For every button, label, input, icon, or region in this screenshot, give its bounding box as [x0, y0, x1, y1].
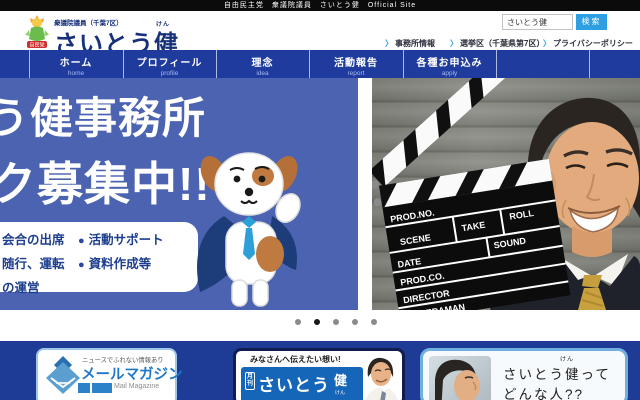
monthly-card-photo	[360, 355, 400, 400]
bullet-icon: ●	[78, 235, 85, 247]
mail-logo-bar	[78, 383, 90, 393]
monthly-title-box: 月刊 さいとう 健 けん	[241, 367, 363, 400]
mail-logo-bar	[92, 383, 112, 393]
duty-item: の運営	[2, 277, 40, 296]
link-office-info[interactable]: 〉事務所情報	[385, 38, 435, 49]
duty-item: 随行、運転	[2, 253, 65, 272]
nav-divider	[589, 50, 590, 78]
chevron-right-icon: 〉	[385, 39, 393, 48]
profile-card[interactable]: さいとう健って けん どんな人??	[420, 348, 628, 400]
hero-title-line2: ク募集中!!	[0, 148, 211, 214]
nav-item-idea[interactable]: 理念 idea	[216, 50, 309, 78]
profile-card-line1: さいとう健って	[503, 363, 611, 383]
site-header: 自民党 衆議院議員（千葉7区） さいとう健 けん 検索 〉事務所情報 〉選挙区（…	[0, 11, 640, 50]
nav-item-profile[interactable]: プロフィール profile	[123, 50, 216, 78]
duty-item: 会合の出席	[2, 229, 65, 248]
carousel-dot[interactable]	[371, 319, 377, 325]
link-district[interactable]: 〉選挙区（千葉県第7区）	[450, 38, 544, 49]
monthly-kanji: 健	[334, 370, 347, 389]
monthly-furigana: けん	[335, 389, 345, 396]
nav-item-report[interactable]: 活動報告 report	[309, 50, 403, 78]
carousel-dot[interactable]	[333, 319, 339, 325]
top-bar-text: 自由民主党 衆議院議員 さいとう健 Official Site	[224, 2, 416, 9]
chevron-right-icon: 〉	[543, 39, 551, 48]
chevron-right-icon: 〉	[450, 39, 458, 48]
monthly-card-tagline: みなさんへ伝えたい想い!	[250, 354, 341, 365]
profile-card-furigana: けん	[560, 354, 574, 363]
mail-card-title: メールマガジン	[81, 363, 183, 384]
carousel-dot-active[interactable]	[314, 319, 320, 325]
bullet-icon: ●	[78, 259, 85, 271]
mail-card-subtitle: Mail Magazine	[114, 383, 159, 390]
duty-item: ●活動サポート	[78, 229, 164, 248]
envelope-icon	[44, 356, 82, 400]
header-links: 〉事務所情報 〉選挙区（千葉県第7区） 〉プライバシーポリシー	[0, 38, 640, 50]
monthly-name: さいとう	[258, 371, 330, 396]
nav-item-apply[interactable]: 各種お申込み apply	[403, 50, 496, 78]
carousel-slide-photo[interactable]: PROD.NO. SCENE TAKE ROLL DATE SOUND PROD…	[372, 78, 640, 310]
duties-box: 会合の出席 随行、運転 の運営 ●活動サポート ●資料作成等	[0, 222, 198, 292]
profile-card-line2: どんな人??	[503, 383, 584, 400]
site-title-furigana: けん	[156, 19, 170, 28]
clapperboard-illustration: PROD.NO. SCENE TAKE ROLL DATE SOUND PROD…	[372, 78, 592, 310]
dog-mascot-illustration	[190, 142, 308, 310]
carousel-slide-recruit[interactable]: う健事務所 ク募集中!! 会合の出席 随行、運転 の運営 ●活動サポート ●資料…	[0, 78, 358, 310]
hero-carousel: う健事務所 ク募集中!! 会合の出席 随行、運転 の運営 ●活動サポート ●資料…	[0, 78, 640, 310]
top-bar: 自由民主党 衆議院議員 さいとう健 Official Site	[0, 0, 640, 11]
duty-item: ●資料作成等	[78, 253, 151, 272]
search-button[interactable]: 検索	[576, 14, 607, 30]
carousel-dot[interactable]	[295, 319, 301, 325]
nav-divider	[496, 50, 497, 78]
page: 自由民主党 衆議院議員 さいとう健 Official Site 自民党 衆議院議…	[0, 0, 640, 400]
search-input[interactable]	[502, 14, 573, 30]
profile-card-photo	[429, 356, 491, 400]
main-nav: ホーム home プロフィール profile 理念 idea 活動報告 rep…	[0, 50, 640, 78]
monthly-magazine-card[interactable]: みなさんへ伝えたい想い! 月刊 さいとう 健 けん	[233, 348, 405, 400]
hero-title-line1: う健事務所	[0, 84, 206, 146]
link-privacy-policy[interactable]: 〉プライバシーポリシー	[543, 38, 633, 49]
nav-item-home[interactable]: ホーム home	[29, 50, 123, 78]
carousel-dot[interactable]	[352, 319, 358, 325]
monthly-prefix: 月刊	[245, 372, 255, 390]
mail-magazine-card[interactable]: ニュースでふれない情報あり メールマガジン Mail Magazine	[36, 348, 177, 400]
